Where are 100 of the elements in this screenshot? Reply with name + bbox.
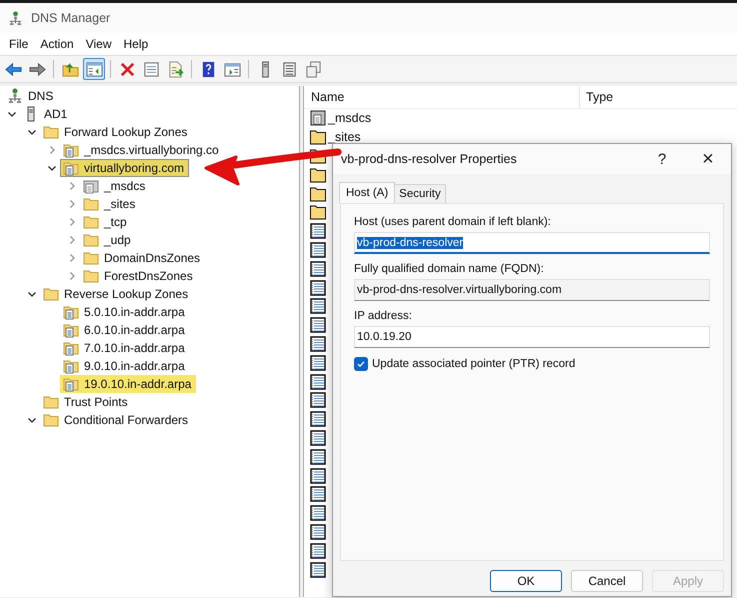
menu-item[interactable]: File [4, 35, 36, 53]
menu-item[interactable]: Help [118, 35, 156, 53]
folder-icon [83, 268, 99, 284]
folder-icon [310, 186, 326, 202]
back-icon [4, 60, 22, 78]
dns-icon [8, 10, 23, 26]
menu-item[interactable]: Action [35, 35, 81, 53]
record-icon [310, 374, 326, 390]
dialog-button[interactable]: OK [490, 570, 562, 592]
record-icon [310, 392, 326, 408]
chevron-icon[interactable] [27, 415, 37, 425]
dialog-title: vb-prod-dns-resolver Properties [341, 152, 518, 166]
folder-icon [43, 394, 59, 410]
record-icon [310, 242, 326, 258]
record-icon [310, 280, 326, 296]
tree-item[interactable]: 6.0.10.in-addr.arpa [60, 321, 190, 339]
tree-item[interactable]: Conditional Forwarders [40, 411, 194, 429]
chevron-icon[interactable] [7, 109, 17, 119]
dialog-button[interactable]: Cancel [571, 570, 643, 592]
forward-icon [28, 60, 46, 78]
tab[interactable]: Security [394, 184, 446, 203]
tree-item[interactable]: _udp [80, 231, 136, 249]
folder-icon [83, 196, 99, 212]
tree-item[interactable]: 7.0.10.in-addr.arpa [60, 339, 190, 357]
tree-item[interactable]: 5.0.10.in-addr.arpa [60, 303, 190, 321]
checkbox[interactable] [354, 357, 368, 371]
chevron-icon[interactable] [27, 127, 37, 137]
network-icon [7, 88, 23, 104]
field-label: IP address: [354, 310, 413, 322]
folder-icon [310, 204, 326, 220]
input-field[interactable]: 10.0.19.20 [354, 326, 710, 348]
list-item-name[interactable]: _msdcs [328, 111, 372, 126]
tree-item[interactable]: _tcp [80, 213, 132, 231]
record-icon [310, 298, 326, 314]
up-folder-icon [62, 60, 78, 78]
tree-item[interactable]: DNS [4, 87, 58, 105]
console-tree-icon [86, 60, 102, 78]
record-icon [310, 430, 326, 446]
record-icon [310, 260, 326, 277]
tree-item[interactable]: AD1 [20, 105, 72, 123]
records-icon [280, 60, 298, 78]
properties-icon [142, 60, 160, 78]
tab[interactable]: Host (A) [339, 182, 396, 203]
folder-icon [83, 232, 99, 248]
folder-icon [310, 166, 326, 183]
delete-icon [118, 60, 136, 78]
folder-icon [43, 124, 59, 140]
zone-icon [310, 110, 326, 126]
tree-item[interactable]: Reverse Lookup Zones [40, 285, 194, 303]
tree-item[interactable]: 9.0.10.in-addr.arpa [60, 357, 190, 375]
record-icon [310, 317, 326, 334]
field-label: Fully qualified domain name (FQDN): [354, 263, 545, 275]
record-icon [310, 562, 326, 578]
tree-item[interactable]: _msdcs.virtuallyboring.co [60, 141, 224, 159]
record-icon [310, 354, 326, 371]
chevron-icon[interactable] [47, 163, 57, 173]
list-item-name[interactable]: _sites [328, 130, 361, 144]
close-button[interactable]: × [685, 144, 731, 174]
zone-icon [63, 340, 79, 356]
record-icon [310, 336, 326, 352]
folder-icon [310, 129, 326, 146]
zone-icon [63, 322, 79, 338]
tree-item[interactable]: DomainDnsZones [80, 249, 206, 267]
folder-icon [83, 250, 99, 266]
zone-icon [63, 160, 79, 176]
record-icon [310, 486, 326, 502]
toolbar-button[interactable] [83, 58, 105, 80]
record-icon [310, 524, 326, 540]
chevron-icon[interactable] [27, 289, 37, 299]
record-icon [310, 542, 326, 559]
tree-item[interactable]: Forward Lookup Zones [40, 123, 192, 141]
help-button[interactable]: ? [639, 144, 685, 174]
folder-icon [43, 412, 59, 428]
menu-item[interactable]: View [80, 35, 118, 53]
folder-icon [83, 214, 99, 230]
action-pane-icon [224, 60, 240, 78]
checkbox-label: Update associated pointer (PTR) record [372, 358, 576, 370]
tree-item[interactable]: 19.0.10.in-addr.arpa [60, 375, 196, 393]
input-field[interactable]: vb-prod-dns-resolver.virtuallyboring.com [354, 279, 710, 301]
tree-item[interactable]: virtuallyboring.com [60, 159, 190, 177]
zone-icon [63, 142, 79, 158]
tree-item[interactable]: _msdcs [80, 177, 150, 195]
record-icon [310, 448, 326, 465]
zone-icon [63, 376, 79, 392]
tree-item[interactable]: _sites [80, 195, 140, 213]
column-header[interactable]: Name [304, 86, 580, 108]
record-icon [310, 223, 326, 240]
field-label: Host (uses parent domain if left blank): [354, 216, 552, 228]
zone-icon [63, 304, 79, 320]
column-header[interactable]: Type [580, 90, 614, 104]
copy-icon [304, 60, 322, 78]
zone-icon [83, 178, 99, 194]
record-icon [310, 468, 326, 484]
export-icon [166, 60, 184, 78]
input-field[interactable]: vb-prod-dns-resolver [354, 232, 710, 254]
tree-item[interactable]: Trust Points [40, 393, 133, 411]
tree-item[interactable]: ForestDnsZones [80, 267, 198, 285]
record-icon [310, 411, 326, 428]
folder-icon [43, 286, 59, 302]
zone-icon [63, 358, 79, 374]
